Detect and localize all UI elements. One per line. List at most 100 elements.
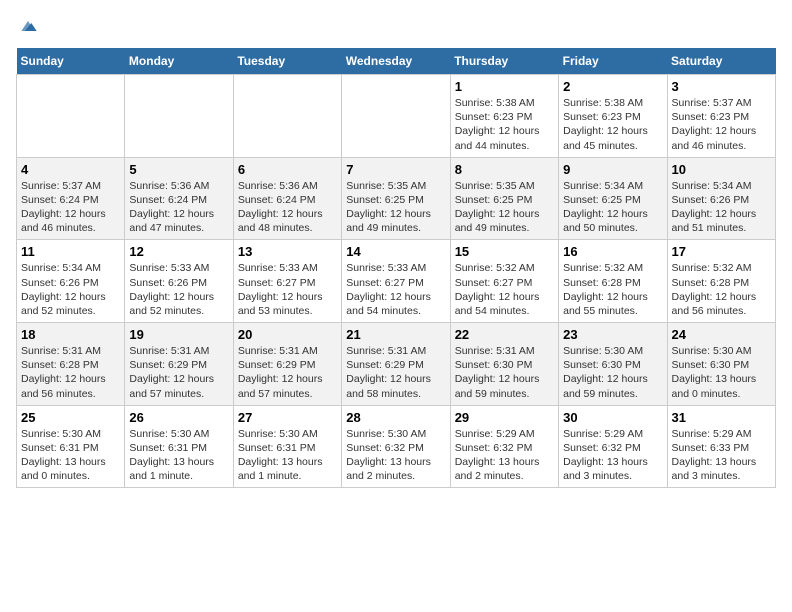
calendar-cell: 26 Sunrise: 5:30 AM Sunset: 6:31 PM Dayli… xyxy=(125,405,233,488)
day-info: Sunrise: 5:30 AM Sunset: 6:31 PM Dayligh… xyxy=(129,427,228,484)
calendar-cell: 2 Sunrise: 5:38 AM Sunset: 6:23 PM Daylig… xyxy=(559,75,667,158)
day-number: 30 xyxy=(563,410,662,425)
day-info: Sunrise: 5:31 AM Sunset: 6:28 PM Dayligh… xyxy=(21,344,120,401)
day-info: Sunrise: 5:34 AM Sunset: 6:25 PM Dayligh… xyxy=(563,179,662,236)
day-info: Sunrise: 5:38 AM Sunset: 6:23 PM Dayligh… xyxy=(563,96,662,153)
day-number: 1 xyxy=(455,79,554,94)
day-number: 14 xyxy=(346,244,445,259)
calendar-cell: 23 Sunrise: 5:30 AM Sunset: 6:30 PM Dayli… xyxy=(559,323,667,406)
day-number: 16 xyxy=(563,244,662,259)
weekday-header-monday: Monday xyxy=(125,48,233,75)
day-info: Sunrise: 5:29 AM Sunset: 6:33 PM Dayligh… xyxy=(672,427,771,484)
calendar-cell xyxy=(17,75,125,158)
day-number: 29 xyxy=(455,410,554,425)
calendar-week-row: 1 Sunrise: 5:38 AM Sunset: 6:23 PM Daylig… xyxy=(17,75,776,158)
day-info: Sunrise: 5:30 AM Sunset: 6:31 PM Dayligh… xyxy=(238,427,337,484)
calendar-cell: 12 Sunrise: 5:33 AM Sunset: 6:26 PM Dayli… xyxy=(125,240,233,323)
day-number: 13 xyxy=(238,244,337,259)
calendar-cell xyxy=(125,75,233,158)
calendar-cell: 21 Sunrise: 5:31 AM Sunset: 6:29 PM Dayli… xyxy=(342,323,450,406)
calendar-cell: 29 Sunrise: 5:29 AM Sunset: 6:32 PM Dayli… xyxy=(450,405,558,488)
day-info: Sunrise: 5:30 AM Sunset: 6:30 PM Dayligh… xyxy=(672,344,771,401)
day-number: 27 xyxy=(238,410,337,425)
weekday-header-row: SundayMondayTuesdayWednesdayThursdayFrid… xyxy=(17,48,776,75)
day-number: 17 xyxy=(672,244,771,259)
calendar-cell: 5 Sunrise: 5:36 AM Sunset: 6:24 PM Daylig… xyxy=(125,157,233,240)
weekday-header-tuesday: Tuesday xyxy=(233,48,341,75)
day-number: 3 xyxy=(672,79,771,94)
day-info: Sunrise: 5:33 AM Sunset: 6:27 PM Dayligh… xyxy=(238,261,337,318)
calendar-cell: 19 Sunrise: 5:31 AM Sunset: 6:29 PM Dayli… xyxy=(125,323,233,406)
calendar-cell: 24 Sunrise: 5:30 AM Sunset: 6:30 PM Dayli… xyxy=(667,323,775,406)
weekday-header-wednesday: Wednesday xyxy=(342,48,450,75)
calendar-cell: 1 Sunrise: 5:38 AM Sunset: 6:23 PM Daylig… xyxy=(450,75,558,158)
day-number: 24 xyxy=(672,327,771,342)
day-info: Sunrise: 5:33 AM Sunset: 6:27 PM Dayligh… xyxy=(346,261,445,318)
weekday-header-saturday: Saturday xyxy=(667,48,775,75)
weekday-header-friday: Friday xyxy=(559,48,667,75)
logo-icon xyxy=(18,16,38,36)
day-info: Sunrise: 5:29 AM Sunset: 6:32 PM Dayligh… xyxy=(563,427,662,484)
day-number: 28 xyxy=(346,410,445,425)
calendar-cell: 28 Sunrise: 5:30 AM Sunset: 6:32 PM Dayli… xyxy=(342,405,450,488)
calendar-cell xyxy=(233,75,341,158)
calendar-cell: 14 Sunrise: 5:33 AM Sunset: 6:27 PM Dayli… xyxy=(342,240,450,323)
day-number: 26 xyxy=(129,410,228,425)
day-info: Sunrise: 5:35 AM Sunset: 6:25 PM Dayligh… xyxy=(455,179,554,236)
day-number: 19 xyxy=(129,327,228,342)
calendar-week-row: 4Sunrise: 5:37 AM Sunset: 6:24 PM Daylig… xyxy=(17,157,776,240)
day-number: 11 xyxy=(21,244,120,259)
day-info: Sunrise: 5:38 AM Sunset: 6:23 PM Dayligh… xyxy=(455,96,554,153)
day-info: Sunrise: 5:31 AM Sunset: 6:29 PM Dayligh… xyxy=(129,344,228,401)
day-info: Sunrise: 5:36 AM Sunset: 6:24 PM Dayligh… xyxy=(238,179,337,236)
day-info: Sunrise: 5:30 AM Sunset: 6:32 PM Dayligh… xyxy=(346,427,445,484)
day-info: Sunrise: 5:31 AM Sunset: 6:30 PM Dayligh… xyxy=(455,344,554,401)
day-info: Sunrise: 5:33 AM Sunset: 6:26 PM Dayligh… xyxy=(129,261,228,318)
day-info: Sunrise: 5:30 AM Sunset: 6:30 PM Dayligh… xyxy=(563,344,662,401)
page-header xyxy=(16,16,776,36)
day-number: 31 xyxy=(672,410,771,425)
calendar-week-row: 18Sunrise: 5:31 AM Sunset: 6:28 PM Dayli… xyxy=(17,323,776,406)
calendar-cell: 17 Sunrise: 5:32 AM Sunset: 6:28 PM Dayli… xyxy=(667,240,775,323)
day-info: Sunrise: 5:36 AM Sunset: 6:24 PM Dayligh… xyxy=(129,179,228,236)
day-info: Sunrise: 5:32 AM Sunset: 6:28 PM Dayligh… xyxy=(672,261,771,318)
day-number: 5 xyxy=(129,162,228,177)
calendar-cell: 3Sunrise: 5:37 AM Sunset: 6:23 PM Daylig… xyxy=(667,75,775,158)
calendar-table: SundayMondayTuesdayWednesdayThursdayFrid… xyxy=(16,48,776,488)
calendar-cell: 22 Sunrise: 5:31 AM Sunset: 6:30 PM Dayli… xyxy=(450,323,558,406)
calendar-cell: 27 Sunrise: 5:30 AM Sunset: 6:31 PM Dayli… xyxy=(233,405,341,488)
day-info: Sunrise: 5:30 AM Sunset: 6:31 PM Dayligh… xyxy=(21,427,120,484)
day-number: 25 xyxy=(21,410,120,425)
calendar-cell: 13 Sunrise: 5:33 AM Sunset: 6:27 PM Dayli… xyxy=(233,240,341,323)
logo xyxy=(16,16,38,36)
day-info: Sunrise: 5:32 AM Sunset: 6:28 PM Dayligh… xyxy=(563,261,662,318)
day-info: Sunrise: 5:34 AM Sunset: 6:26 PM Dayligh… xyxy=(672,179,771,236)
calendar-cell: 11Sunrise: 5:34 AM Sunset: 6:26 PM Dayli… xyxy=(17,240,125,323)
calendar-cell: 16 Sunrise: 5:32 AM Sunset: 6:28 PM Dayli… xyxy=(559,240,667,323)
calendar-cell: 10Sunrise: 5:34 AM Sunset: 6:26 PM Dayli… xyxy=(667,157,775,240)
weekday-header-sunday: Sunday xyxy=(17,48,125,75)
calendar-cell: 25 Sunrise: 5:30 AM Sunset: 6:31 PM Dayli… xyxy=(17,405,125,488)
calendar-cell: 8 Sunrise: 5:35 AM Sunset: 6:25 PM Daylig… xyxy=(450,157,558,240)
calendar-cell xyxy=(342,75,450,158)
day-number: 8 xyxy=(455,162,554,177)
day-info: Sunrise: 5:35 AM Sunset: 6:25 PM Dayligh… xyxy=(346,179,445,236)
calendar-cell: 7 Sunrise: 5:35 AM Sunset: 6:25 PM Daylig… xyxy=(342,157,450,240)
day-info: Sunrise: 5:32 AM Sunset: 6:27 PM Dayligh… xyxy=(455,261,554,318)
day-number: 7 xyxy=(346,162,445,177)
day-info: Sunrise: 5:31 AM Sunset: 6:29 PM Dayligh… xyxy=(346,344,445,401)
calendar-cell: 15 Sunrise: 5:32 AM Sunset: 6:27 PM Dayli… xyxy=(450,240,558,323)
day-number: 9 xyxy=(563,162,662,177)
day-info: Sunrise: 5:29 AM Sunset: 6:32 PM Dayligh… xyxy=(455,427,554,484)
calendar-cell: 20Sunrise: 5:31 AM Sunset: 6:29 PM Dayli… xyxy=(233,323,341,406)
calendar-week-row: 25 Sunrise: 5:30 AM Sunset: 6:31 PM Dayli… xyxy=(17,405,776,488)
day-number: 12 xyxy=(129,244,228,259)
day-number: 22 xyxy=(455,327,554,342)
day-number: 20 xyxy=(238,327,337,342)
calendar-week-row: 11Sunrise: 5:34 AM Sunset: 6:26 PM Dayli… xyxy=(17,240,776,323)
day-number: 6 xyxy=(238,162,337,177)
day-number: 15 xyxy=(455,244,554,259)
day-number: 21 xyxy=(346,327,445,342)
day-number: 23 xyxy=(563,327,662,342)
day-number: 2 xyxy=(563,79,662,94)
